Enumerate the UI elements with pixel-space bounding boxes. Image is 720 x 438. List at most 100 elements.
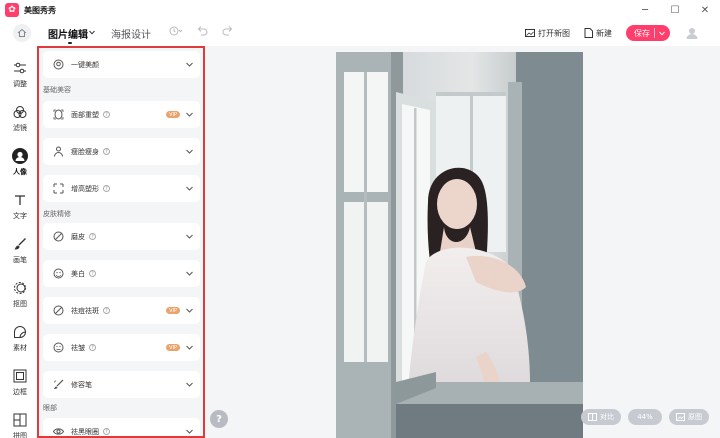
height-item[interactable]: 增高塑形 ? (43, 175, 200, 202)
face-rebuild-label: 面部重塑 (71, 110, 99, 119)
one-click-beauty-item[interactable]: 一键美颜 (43, 51, 200, 78)
edited-photo[interactable] (336, 52, 583, 438)
tool-rail: 调整 滤镜 人像 文字 画笔 抠图 素材 边框 拼图 (0, 46, 40, 438)
help-icon[interactable]: ? (89, 344, 96, 351)
one-click-beauty-label: 一键美颜 (71, 60, 99, 69)
app-logo-icon: ✿ (5, 3, 19, 17)
rail-label: 抠图 (13, 300, 27, 308)
rail-label: 素材 (13, 344, 27, 352)
redo-icon[interactable] (222, 25, 234, 37)
help-icon[interactable]: ? (103, 111, 110, 118)
sticker-icon (14, 326, 26, 338)
undo-icon[interactable] (196, 25, 208, 37)
chevron-down-icon[interactable] (185, 269, 194, 278)
cutout-icon (14, 282, 26, 294)
title-bar: ✿ 美图秀秀 ─ ☐ ✕ (0, 0, 720, 20)
rail-item-adjust[interactable]: 调整 (0, 60, 40, 89)
brush-icon (14, 238, 26, 250)
portrait-icon (12, 148, 28, 164)
rail-item-portrait[interactable]: 人像 (0, 148, 40, 177)
tab-dropdown-icon[interactable] (89, 30, 95, 35)
acne-removal-item[interactable]: 祛痘祛斑 ? VIP (43, 297, 200, 324)
slim-item[interactable]: 瘦脸瘦身 ? (43, 138, 200, 165)
help-icon[interactable]: ? (89, 270, 96, 277)
chevron-down-icon[interactable] (185, 184, 194, 193)
chevron-down-icon[interactable] (185, 343, 194, 352)
vip-badge: VIP (166, 307, 180, 314)
help-icon[interactable]: ? (103, 307, 110, 314)
stretch-icon (53, 183, 63, 194)
chevron-down-icon[interactable] (185, 427, 194, 436)
rail-item-sticker[interactable]: 素材 (0, 324, 40, 353)
save-button[interactable]: 保存 (626, 25, 670, 41)
portrait-tools-panel: 一键美颜 基础美容 面部重塑 ? VIP 瘦脸瘦身 ? 增高塑形 ? 皮肤精修 … (37, 46, 205, 438)
height-label: 增高塑形 (71, 184, 99, 193)
whiten-item[interactable]: 美白 ? (43, 260, 200, 287)
rail-label: 文字 (13, 212, 27, 220)
top-toolbar: 图片编辑 海报设计 打开新图 新建 保存 (0, 20, 720, 46)
text-icon (15, 195, 25, 205)
smooth-skin-item[interactable]: 磨皮 ? (43, 223, 200, 250)
chevron-down-icon[interactable] (185, 60, 194, 69)
help-icon[interactable]: ? (103, 148, 110, 155)
minimize-button[interactable]: ─ (630, 0, 660, 20)
rail-item-frame[interactable]: 边框 (0, 368, 40, 397)
maximize-button[interactable]: ☐ (660, 0, 690, 20)
new-file-icon (584, 28, 593, 38)
whiten-label: 美白 (71, 269, 85, 278)
view-original-label: 原图 (688, 413, 702, 421)
slim-label: 瘦脸瘦身 (71, 147, 99, 156)
rail-label: 边框 (13, 388, 27, 396)
rail-item-brush[interactable]: 画笔 (0, 236, 40, 265)
filter-icon (13, 106, 27, 118)
window-controls: ─ ☐ ✕ (630, 0, 720, 20)
smooth-skin-label: 磨皮 (71, 232, 85, 241)
rail-item-collage[interactable]: 拼图 (0, 412, 40, 438)
sliders-icon (14, 62, 26, 74)
help-icon[interactable]: ? (103, 428, 110, 435)
toolbar-right: 打开新图 新建 保存 (525, 20, 720, 46)
chevron-down-icon[interactable] (185, 147, 194, 156)
frame-icon (13, 369, 27, 383)
help-icon[interactable]: ? (89, 233, 96, 240)
vip-badge: VIP (166, 344, 180, 351)
rail-label: 滤镜 (13, 124, 27, 132)
concealer-label: 修容笔 (71, 380, 92, 389)
rail-label: 拼图 (13, 432, 27, 438)
tab-image-edit[interactable]: 图片编辑 (48, 26, 88, 41)
section-basic-beauty: 基础美容 (43, 86, 71, 94)
tab-active-indicator (68, 42, 72, 44)
chevron-down-icon[interactable] (185, 110, 194, 119)
close-button[interactable]: ✕ (690, 0, 720, 20)
dark-circles-item[interactable]: 祛黑眼圈 ? (43, 418, 200, 436)
home-button[interactable] (13, 24, 31, 42)
save-dropdown-icon[interactable] (659, 31, 665, 36)
wrinkle-removal-item[interactable]: 祛皱 ? VIP (43, 334, 200, 361)
rail-item-text[interactable]: 文字 (0, 192, 40, 221)
zoom-level-button[interactable]: 44% (628, 409, 662, 425)
view-original-button[interactable]: 原图 (669, 409, 709, 425)
rail-item-filter[interactable]: 滤镜 (0, 104, 40, 133)
chevron-down-icon[interactable] (185, 380, 194, 389)
face-rebuild-item[interactable]: 面部重塑 ? VIP (43, 101, 200, 128)
user-avatar-icon[interactable] (684, 25, 700, 41)
concealer-brush-icon (53, 379, 63, 389)
section-skin-retouch: 皮肤精修 (43, 210, 71, 218)
help-icon[interactable]: ? (103, 185, 110, 192)
whiten-icon (53, 268, 63, 279)
history-icon[interactable] (168, 25, 182, 37)
wrinkle-icon (53, 342, 63, 353)
new-button[interactable]: 新建 (584, 28, 612, 39)
rail-item-cutout[interactable]: 抠图 (0, 280, 40, 309)
open-image-button[interactable]: 打开新图 (525, 28, 570, 39)
image-canvas: ? 对比 44% 原图 (205, 46, 720, 438)
compare-button[interactable]: 对比 (581, 409, 621, 425)
tab-poster-design[interactable]: 海报设计 (111, 26, 151, 41)
body-icon (53, 146, 63, 157)
vip-badge: VIP (166, 111, 180, 118)
concealer-item[interactable]: 修容笔 (43, 371, 200, 398)
wrinkle-removal-label: 祛皱 (71, 343, 85, 352)
help-button[interactable]: ? (210, 410, 228, 428)
chevron-down-icon[interactable] (185, 232, 194, 241)
chevron-down-icon[interactable] (185, 306, 194, 315)
